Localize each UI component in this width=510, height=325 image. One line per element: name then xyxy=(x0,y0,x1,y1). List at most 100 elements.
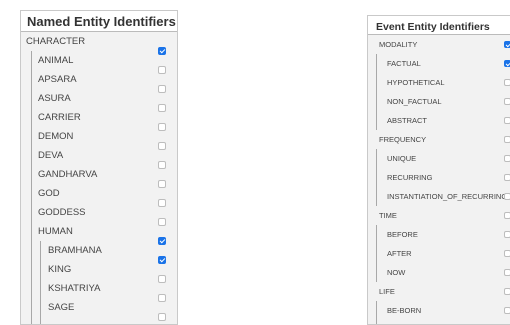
checkbox-king[interactable] xyxy=(158,275,166,283)
event-label: LIFE xyxy=(379,287,395,296)
checkbox-be-born[interactable] xyxy=(504,307,510,314)
checkbox-time[interactable] xyxy=(504,212,510,219)
checkbox-demon[interactable] xyxy=(158,142,166,150)
entity-row-deva[interactable]: DEVA xyxy=(38,146,63,165)
checkbox-character[interactable] xyxy=(158,47,166,55)
entity-label: APSARA xyxy=(38,74,77,85)
named-entity-list: CHARACTER ANIMAL APSARA ASURA CARRIER DE… xyxy=(21,32,177,324)
checkbox-gandharva[interactable] xyxy=(158,180,166,188)
event-label: UNIQUE xyxy=(387,154,417,163)
event-entity-panel: Event Entity Identifiers MODALITY FACTUA… xyxy=(367,15,510,325)
event-label: AFTER xyxy=(387,249,412,258)
checkbox-unique[interactable] xyxy=(504,155,510,162)
entity-row-god[interactable]: GOD xyxy=(38,184,60,203)
event-label: TIME xyxy=(379,211,397,220)
event-row-before[interactable]: BEFORE xyxy=(387,225,418,244)
checkbox-deva[interactable] xyxy=(158,161,166,169)
event-label: INSTANTIATION_OF_RECURRING xyxy=(387,192,508,201)
entity-row-carrier[interactable]: CARRIER xyxy=(38,108,81,127)
entity-row-kshatriya[interactable]: KSHATRIYA xyxy=(48,279,100,298)
entity-label: KING xyxy=(48,264,72,275)
entity-label: ASURA xyxy=(38,93,71,104)
event-row-after[interactable]: AFTER xyxy=(387,244,412,263)
checkbox-factual[interactable] xyxy=(504,60,510,67)
checkbox-carrier[interactable] xyxy=(158,123,166,131)
checkbox-modality[interactable] xyxy=(504,41,510,48)
entity-label: BRAMHANA xyxy=(48,245,102,256)
entity-label: ANIMAL xyxy=(38,55,74,66)
checkbox-hypothetical[interactable] xyxy=(504,79,510,86)
event-label: ABSTRACT xyxy=(387,116,428,125)
event-row-modality[interactable]: MODALITY xyxy=(379,35,417,54)
entity-row-king[interactable]: KING xyxy=(48,260,71,279)
entity-label: CARRIER xyxy=(38,112,81,123)
checkbox-instantiation-of-recurring[interactable] xyxy=(504,193,510,200)
event-row-hypothetical[interactable]: HYPOTHETICAL xyxy=(387,73,445,92)
checkbox-recurring[interactable] xyxy=(504,174,510,181)
tree-guide-line xyxy=(376,54,377,130)
named-entity-title: Named Entity Identifiers xyxy=(21,11,177,32)
checkbox-kshatriya[interactable] xyxy=(158,294,166,302)
checkbox-non-factual[interactable] xyxy=(504,98,510,105)
event-label: BE-BORN xyxy=(387,306,422,315)
tree-guide-line xyxy=(376,225,377,282)
tree-guide-line xyxy=(376,301,377,324)
checkbox-animal[interactable] xyxy=(158,66,166,74)
checkbox-bramhana[interactable] xyxy=(158,256,166,264)
entity-row-asura[interactable]: ASURA xyxy=(38,89,71,108)
entity-label: DEVA xyxy=(38,150,64,161)
checkbox-before[interactable] xyxy=(504,231,510,238)
checkbox-life[interactable] xyxy=(504,288,510,295)
event-entity-list: MODALITY FACTUAL HYPOTHETICAL NON_FACTUA… xyxy=(368,35,510,324)
event-label: MODALITY xyxy=(379,40,418,49)
checkbox-goddess[interactable] xyxy=(158,218,166,226)
entity-label: GODDESS xyxy=(38,207,86,218)
checkbox-now[interactable] xyxy=(504,269,510,276)
event-row-now[interactable]: NOW xyxy=(387,263,405,282)
event-label: FACTUAL xyxy=(387,59,421,68)
event-row-unique[interactable]: UNIQUE xyxy=(387,149,416,168)
checkbox-frequency[interactable] xyxy=(504,136,510,143)
tree-guide-line xyxy=(40,241,41,324)
checkbox-abstract[interactable] xyxy=(504,117,510,124)
event-row-life[interactable]: LIFE xyxy=(379,282,395,301)
entity-row-apsara[interactable]: APSARA xyxy=(38,70,77,89)
event-row-frequency[interactable]: FREQUENCY xyxy=(379,130,426,149)
event-label: BEFORE xyxy=(387,230,418,239)
checkbox-human[interactable] xyxy=(158,237,166,245)
entity-label: DEMON xyxy=(38,131,74,142)
event-row-non-factual[interactable]: NON_FACTUAL xyxy=(387,92,442,111)
entity-row-human[interactable]: HUMAN xyxy=(38,222,73,241)
event-row-be-born[interactable]: BE-BORN xyxy=(387,301,421,320)
event-label: NON_FACTUAL xyxy=(387,97,442,106)
checkbox-god[interactable] xyxy=(158,199,166,207)
checkbox-after[interactable] xyxy=(504,250,510,257)
entity-label: SAGE xyxy=(48,302,75,313)
event-row-recurring[interactable]: RECURRING xyxy=(387,168,432,187)
event-label: HYPOTHETICAL xyxy=(387,78,445,87)
event-entity-title: Event Entity Identifiers xyxy=(368,16,510,35)
entity-label: HUMAN xyxy=(38,226,73,237)
checkbox-asura[interactable] xyxy=(158,104,166,112)
checkbox-apsara[interactable] xyxy=(158,85,166,93)
checkbox-sage[interactable] xyxy=(158,313,166,321)
entity-row-gandharva[interactable]: GANDHARVA xyxy=(38,165,97,184)
event-row-time[interactable]: TIME xyxy=(379,206,397,225)
entity-label: KSHATRIYA xyxy=(48,283,101,294)
entity-label: CHARACTER xyxy=(26,36,86,47)
entity-row-bramhana[interactable]: BRAMHANA xyxy=(48,241,102,260)
event-label: RECURRING xyxy=(387,173,433,182)
entity-row-character[interactable]: CHARACTER xyxy=(26,32,85,51)
tree-guide-line xyxy=(376,149,377,206)
entity-row-demon[interactable]: DEMON xyxy=(38,127,73,146)
event-row-factual[interactable]: FACTUAL xyxy=(387,54,421,73)
entity-row-animal[interactable]: ANIMAL xyxy=(38,51,73,70)
event-row-abstract[interactable]: ABSTRACT xyxy=(387,111,427,130)
entity-row-goddess[interactable]: GODDESS xyxy=(38,203,86,222)
entity-label: GOD xyxy=(38,188,60,199)
event-row-instantiation-of-recurring[interactable]: INSTANTIATION_OF_RECURRING xyxy=(387,187,507,206)
entity-row-sage[interactable]: SAGE xyxy=(48,298,74,317)
event-label: NOW xyxy=(387,268,406,277)
entity-label: GANDHARVA xyxy=(38,169,98,180)
event-label: FREQUENCY xyxy=(379,135,427,144)
